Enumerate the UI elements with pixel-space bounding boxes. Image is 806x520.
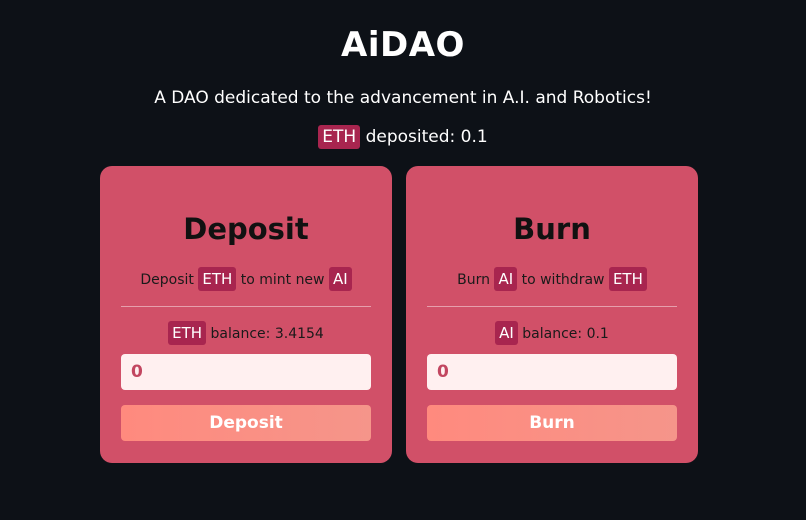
divider bbox=[427, 306, 677, 307]
burn-card-title: Burn bbox=[513, 212, 591, 246]
burn-button[interactable]: Burn bbox=[427, 405, 677, 441]
deposit-card-title: Deposit bbox=[183, 212, 309, 246]
deposited-value: deposited: 0.1 bbox=[365, 127, 488, 147]
token-badge-eth: ETH bbox=[168, 321, 207, 345]
app-subtitle: A DAO dedicated to the advancement in A.… bbox=[154, 88, 652, 108]
deposit-card: Deposit Deposit ETH to mint new AI ETH b… bbox=[100, 166, 392, 463]
token-badge-ai: AI bbox=[328, 267, 352, 291]
burn-card-description: Burn AI to withdraw ETH bbox=[406, 267, 698, 293]
desc-text: to withdraw bbox=[521, 272, 605, 288]
deposit-button[interactable]: Deposit bbox=[121, 405, 371, 441]
token-badge-ai: AI bbox=[494, 267, 518, 291]
total-deposited: ETH deposited: 0.1 bbox=[0, 124, 806, 150]
balance-value: balance: 0.1 bbox=[522, 326, 609, 342]
divider bbox=[121, 306, 371, 307]
eth-balance: ETH balance: 3.4154 bbox=[100, 321, 392, 347]
token-badge-eth: ETH bbox=[318, 125, 361, 149]
token-badge-eth: ETH bbox=[198, 267, 237, 291]
deposit-amount-input[interactable] bbox=[121, 354, 371, 390]
token-badge-eth: ETH bbox=[608, 267, 647, 291]
desc-text: Deposit bbox=[140, 272, 194, 288]
app-title: AiDAO bbox=[341, 25, 465, 65]
desc-text: to mint new bbox=[240, 272, 325, 288]
token-badge-ai: AI bbox=[495, 321, 518, 345]
ai-balance: AI balance: 0.1 bbox=[406, 321, 698, 347]
balance-value: balance: 3.4154 bbox=[210, 326, 324, 342]
burn-card: Burn Burn AI to withdraw ETH AI balance:… bbox=[406, 166, 698, 463]
deposit-card-description: Deposit ETH to mint new AI bbox=[100, 267, 392, 293]
burn-amount-input[interactable] bbox=[427, 354, 677, 390]
desc-text: Burn bbox=[457, 272, 490, 288]
